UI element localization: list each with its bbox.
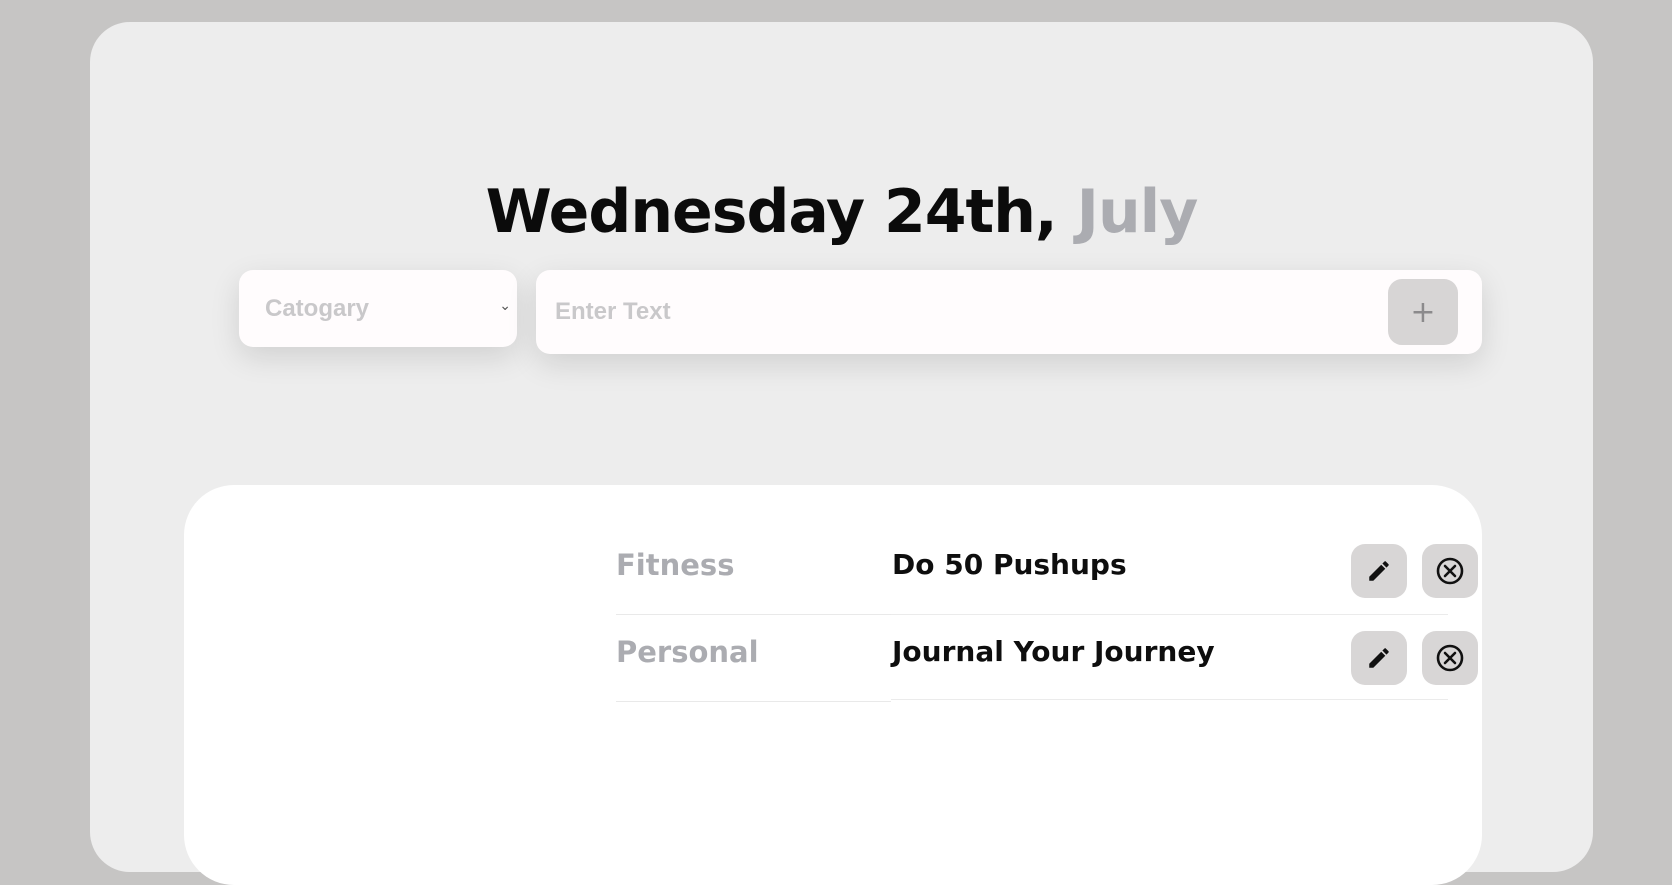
task-list-panel: Fitness Do 50 Pushups Personal Journal Y… (184, 485, 1482, 885)
chevron-down-icon: ⌄ (499, 298, 511, 314)
delete-button[interactable] (1422, 631, 1478, 685)
pencil-icon (1369, 648, 1389, 668)
edit-button[interactable] (1351, 631, 1407, 685)
circle-x-icon (1436, 557, 1464, 585)
pencil-icon (1369, 561, 1389, 581)
category-placeholder: Catogary (265, 294, 370, 322)
task-text-input[interactable]: Enter Text + (536, 270, 1482, 354)
task-text: Do 50 Pushups (892, 548, 1127, 581)
title-date: Wednesday 24th, (485, 177, 1058, 247)
task-row: Fitness Do 50 Pushups (616, 528, 1478, 615)
category-select[interactable]: Catogary ⌄ (239, 270, 517, 347)
add-task-button[interactable]: + (1388, 279, 1458, 345)
circle-x-icon (1436, 644, 1464, 672)
edit-button[interactable] (1351, 544, 1407, 598)
row-divider (891, 699, 1448, 700)
plus-icon: + (1410, 294, 1436, 330)
task-category: Personal (616, 635, 759, 669)
page-title: Wednesday 24th, July (90, 174, 1593, 250)
text-input-placeholder: Enter Text (555, 298, 671, 325)
row-divider (616, 701, 891, 702)
task-category: Fitness (616, 548, 735, 582)
task-row: Personal Journal Your Journey (616, 615, 1478, 702)
task-text: Journal Your Journey (892, 635, 1215, 668)
title-month: July (1076, 177, 1199, 247)
delete-button[interactable] (1422, 544, 1478, 598)
